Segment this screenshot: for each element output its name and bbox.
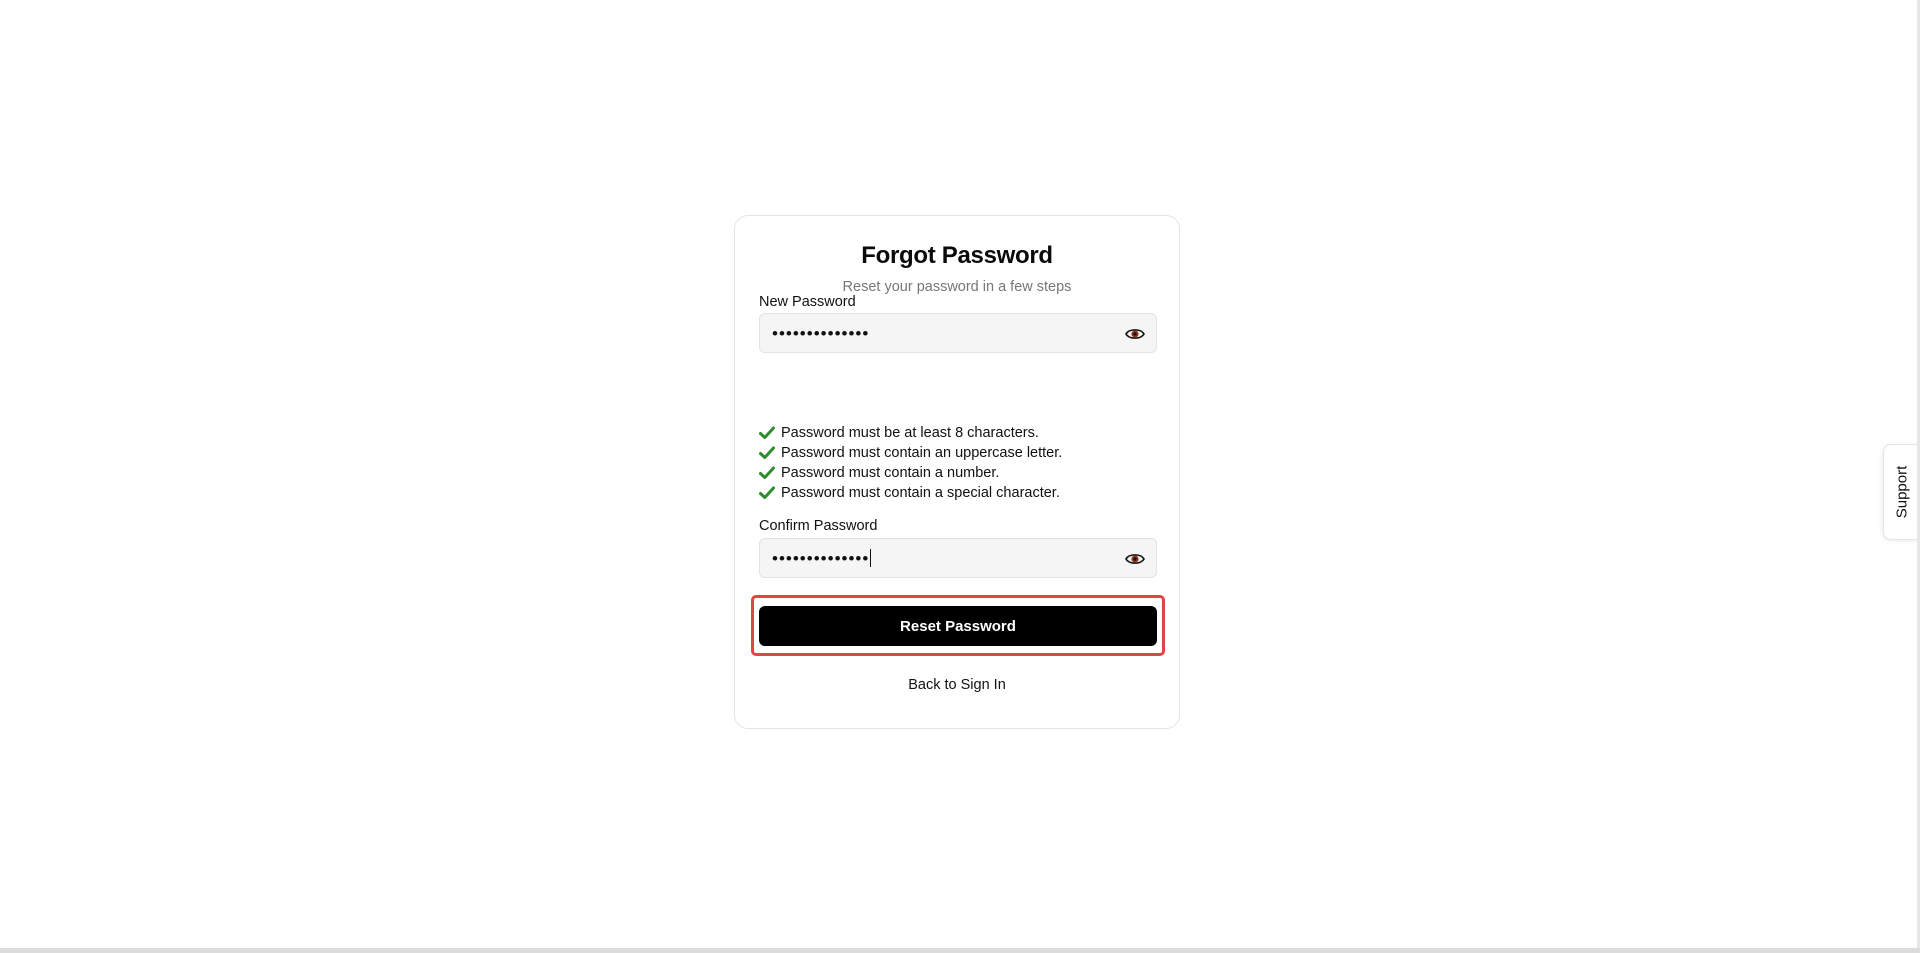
horizontal-scrollbar[interactable] <box>0 948 1920 953</box>
password-requirements: Password must be at least 8 characters. … <box>759 423 1159 503</box>
new-password-value[interactable]: •••••••••••••• <box>772 324 869 344</box>
support-tab[interactable]: Support <box>1883 444 1920 540</box>
confirm-password-value[interactable]: •••••••••••••• <box>772 549 872 569</box>
check-icon <box>759 446 775 459</box>
confirm-password-text: •••••••••••••• <box>772 549 870 568</box>
requirement-text: Password must contain a number. <box>781 465 1000 481</box>
requirement-text: Password must contain an uppercase lette… <box>781 445 1063 461</box>
new-password-label: New Password <box>759 294 856 310</box>
confirm-password-label: Confirm Password <box>759 518 878 534</box>
page-title: Forgot Password <box>861 242 1053 269</box>
check-icon <box>759 466 775 479</box>
back-to-sign-in-link[interactable]: Back to Sign In <box>735 677 1179 693</box>
check-icon <box>759 486 775 499</box>
requirement-item: Password must contain a special characte… <box>759 483 1159 503</box>
new-password-field[interactable]: •••••••••••••• <box>759 313 1157 353</box>
requirement-text: Password must contain a special characte… <box>781 485 1060 501</box>
requirement-item: Password must be at least 8 characters. <box>759 423 1159 443</box>
check-icon <box>759 426 775 439</box>
page-subtitle: Reset your password in a few steps <box>842 279 1072 295</box>
requirement-item: Password must contain an uppercase lette… <box>759 443 1159 463</box>
requirement-text: Password must be at least 8 characters. <box>781 425 1039 441</box>
eye-icon[interactable] <box>1124 549 1146 569</box>
page: Forgot Password Reset your password in a… <box>0 0 1920 953</box>
eye-icon[interactable] <box>1124 324 1146 344</box>
confirm-password-field[interactable]: •••••••••••••• <box>759 538 1157 578</box>
forgot-password-card: Forgot Password Reset your password in a… <box>734 215 1180 729</box>
support-tab-label: Support <box>1893 465 1911 519</box>
requirement-item: Password must contain a number. <box>759 463 1159 483</box>
reset-password-button[interactable]: Reset Password <box>759 606 1157 646</box>
text-caret <box>870 549 872 567</box>
